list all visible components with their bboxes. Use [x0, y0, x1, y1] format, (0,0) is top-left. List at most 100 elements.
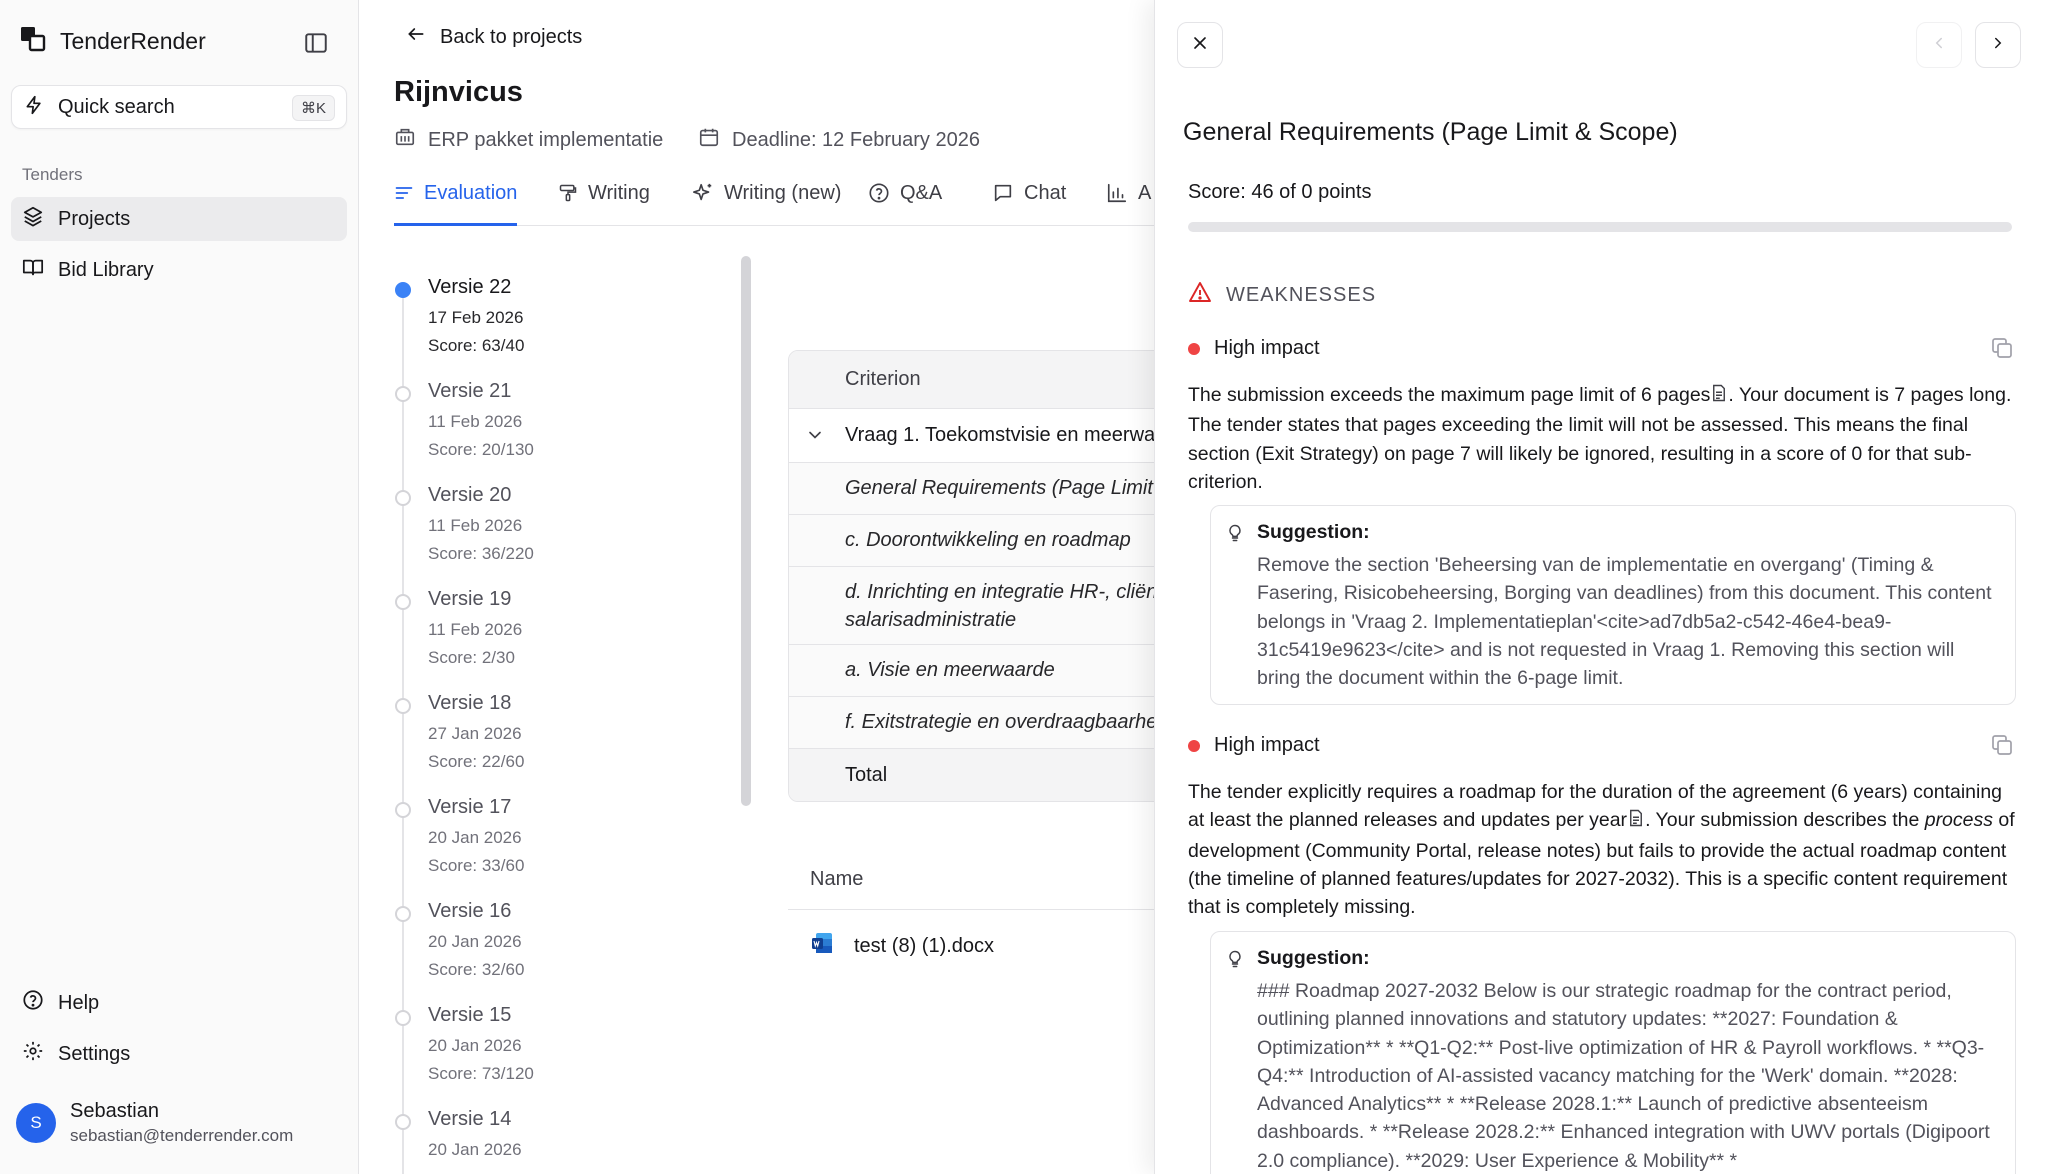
- deadline: Deadline: 12 February 2026: [698, 126, 980, 154]
- brand[interactable]: TenderRender: [20, 26, 206, 57]
- tab-analytics[interactable]: A: [1106, 178, 1151, 226]
- suggestion-label: Suggestion:: [1257, 947, 1370, 969]
- impact-dot: [1188, 342, 1200, 355]
- chevron-left-icon: [1930, 34, 1948, 57]
- tab-label: A: [1138, 182, 1152, 204]
- version-title: Versie 16: [428, 900, 512, 922]
- total-row: Total: [789, 749, 1154, 801]
- version-title: Versie 14: [428, 1108, 512, 1130]
- tab-label: Q&A: [900, 182, 943, 204]
- version-dot: [395, 386, 411, 402]
- version-dot: [395, 906, 411, 922]
- main-content: Back to projects Rijnvicus ERP pakket im…: [360, 0, 1154, 1174]
- version-date: 20 Jan 2026: [428, 932, 522, 951]
- chevron-down-icon[interactable]: [805, 425, 825, 451]
- panel-title: General Requirements (Page Limit & Scope…: [1183, 118, 1678, 146]
- sidebar-item-projects[interactable]: Projects: [11, 197, 347, 241]
- impact-dot: [1188, 739, 1200, 752]
- tab-label: Chat: [1024, 182, 1067, 204]
- sidebar-item-settings[interactable]: Settings: [11, 1032, 347, 1076]
- table-row[interactable]: d. Inrichting en integratie HR-, cliënt-…: [789, 567, 1154, 645]
- suggestion-text: ### Roadmap 2027-2032 Below is our strat…: [1257, 980, 1990, 1172]
- table-row[interactable]: General Requirements (Page Limit & Scope…: [789, 463, 1154, 515]
- version-date: 11 Feb 2026: [428, 412, 523, 431]
- sparkles-icon: [692, 182, 714, 210]
- book-icon: [22, 256, 44, 284]
- weaknesses-heading: WEAKNESSES: [1188, 280, 1376, 310]
- impact-badge: High impact: [1188, 337, 1320, 360]
- table-row[interactable]: c. Doorontwikkeling en roadmap: [789, 515, 1154, 567]
- sidebar-toggle-icon[interactable]: [303, 30, 329, 56]
- shortcut-badge: ⌘K: [291, 95, 335, 121]
- version-date: 20 Jan 2026: [428, 1036, 522, 1055]
- tab-writing[interactable]: Writing: [558, 178, 650, 226]
- tab-label: Writing (new): [724, 182, 842, 204]
- sidebar: TenderRender Quick search ⌘K Tenders Pro…: [0, 0, 359, 1174]
- file-row[interactable]: test (8) (1).docx: [788, 910, 1154, 982]
- copy-icon[interactable]: [1990, 733, 2016, 759]
- criteria-group-row[interactable]: Vraag 1. Toekomstvisie en meerwaarde: [789, 409, 1154, 463]
- table-row[interactable]: a. Visie en meerwaarde: [789, 645, 1154, 697]
- criteria-header: Criterion: [789, 351, 1154, 409]
- quick-search-label: Quick search: [58, 95, 175, 118]
- weakness-text-emphasis: process: [1924, 809, 1993, 832]
- bolt-icon: [24, 95, 44, 120]
- close-button[interactable]: [1177, 22, 1223, 68]
- user-email: sebastian@tenderrender.com: [70, 1126, 294, 1145]
- files-table: Name test (8) (1).docx: [788, 850, 1154, 982]
- lightbulb-icon: [1225, 522, 1245, 549]
- next-button[interactable]: [1975, 22, 2021, 68]
- version-score: Score: 36/220: [428, 544, 534, 563]
- criteria-group-label: Vraag 1. Toekomstvisie en meerwaarde: [845, 424, 1154, 446]
- weakness-text: The submission exceeds the maximum page …: [1188, 381, 2016, 496]
- paint-roller-icon: [558, 182, 578, 210]
- sidebar-item-label: Bid Library: [58, 258, 154, 281]
- calendar-icon: [698, 126, 720, 154]
- version-dot: [395, 1114, 411, 1130]
- sidebar-item-help[interactable]: Help: [11, 981, 347, 1025]
- source-doc-icon[interactable]: [1710, 383, 1728, 411]
- back-to-projects-link[interactable]: Back to projects: [406, 24, 582, 50]
- suggestion-text: Remove the section 'Beheersing van de im…: [1257, 554, 1992, 690]
- tab-chat[interactable]: Chat: [992, 178, 1066, 226]
- scrollbar[interactable]: [741, 256, 751, 806]
- avatar: S: [16, 1103, 56, 1143]
- copy-icon[interactable]: [1990, 336, 2016, 362]
- weakness-text-part: . Your submission describes the: [1645, 809, 1925, 832]
- criteria-label: c. Doorontwikkeling en roadmap: [845, 529, 1131, 551]
- chart-icon: [1106, 182, 1128, 210]
- weakness-text: The tender explicitly requires a roadmap…: [1188, 778, 2016, 921]
- version-title: Versie 18: [428, 692, 512, 714]
- tab-writing-new[interactable]: Writing (new): [692, 178, 841, 226]
- sidebar-item-label: Help: [58, 991, 100, 1014]
- impact-label: High impact: [1214, 734, 1320, 756]
- sidebar-item-bid-library[interactable]: Bid Library: [11, 248, 347, 292]
- deadline-label: Deadline: 12 February 2026: [732, 128, 980, 151]
- suggestion-box: Suggestion: ### Roadmap 2027-2032 Below …: [1210, 931, 2016, 1174]
- source-doc-icon[interactable]: [1627, 808, 1645, 836]
- version-score: Score: 33/60: [428, 856, 525, 875]
- previous-button[interactable]: [1916, 22, 1962, 68]
- chevron-right-icon: [1989, 34, 2007, 57]
- version-score: Score: 63/40: [428, 336, 525, 355]
- quick-search-button[interactable]: Quick search ⌘K: [11, 85, 347, 129]
- version-date: 17 Feb 2026: [428, 308, 524, 327]
- score-text: Score: 46 of 0 points: [1188, 181, 1372, 203]
- table-row[interactable]: f. Exitstrategie en overdraagbaarheid: [789, 697, 1154, 749]
- list-icon: [394, 182, 414, 210]
- version-dot: [395, 1010, 411, 1026]
- version-date: 11 Feb 2026: [428, 620, 523, 639]
- tab-bar: Evaluation Writing Writing (new) Q&A Cha…: [394, 178, 1154, 226]
- close-icon: [1190, 33, 1210, 58]
- version-score: Score: 20/130: [428, 440, 534, 459]
- chat-icon: [992, 182, 1014, 210]
- brand-name: TenderRender: [60, 28, 206, 54]
- user-menu[interactable]: S Sebastian sebastian@tenderrender.com: [16, 1100, 293, 1146]
- sidebar-item-label: Settings: [58, 1042, 131, 1065]
- version-dot: [395, 490, 411, 506]
- tab-qa[interactable]: Q&A: [868, 178, 942, 226]
- version-dot: [395, 282, 411, 298]
- file-name: test (8) (1).docx: [854, 934, 995, 957]
- building-icon: [394, 126, 416, 154]
- tab-evaluation[interactable]: Evaluation: [394, 178, 518, 226]
